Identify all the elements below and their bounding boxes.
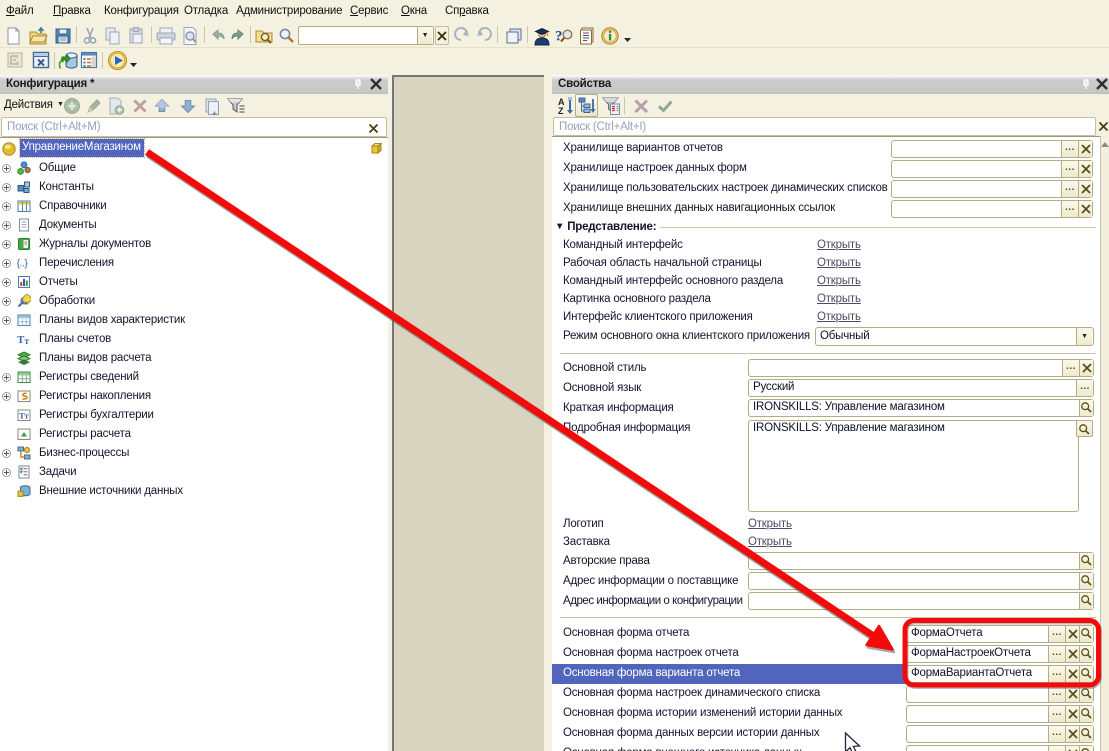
svg-text:{..}: {..} — [17, 258, 28, 270]
svg-text:Тт: Тт — [19, 411, 29, 421]
svg-text:Z: Z — [558, 106, 564, 116]
svg-text:т: т — [25, 336, 30, 346]
svg-text:?: ? — [555, 29, 562, 45]
